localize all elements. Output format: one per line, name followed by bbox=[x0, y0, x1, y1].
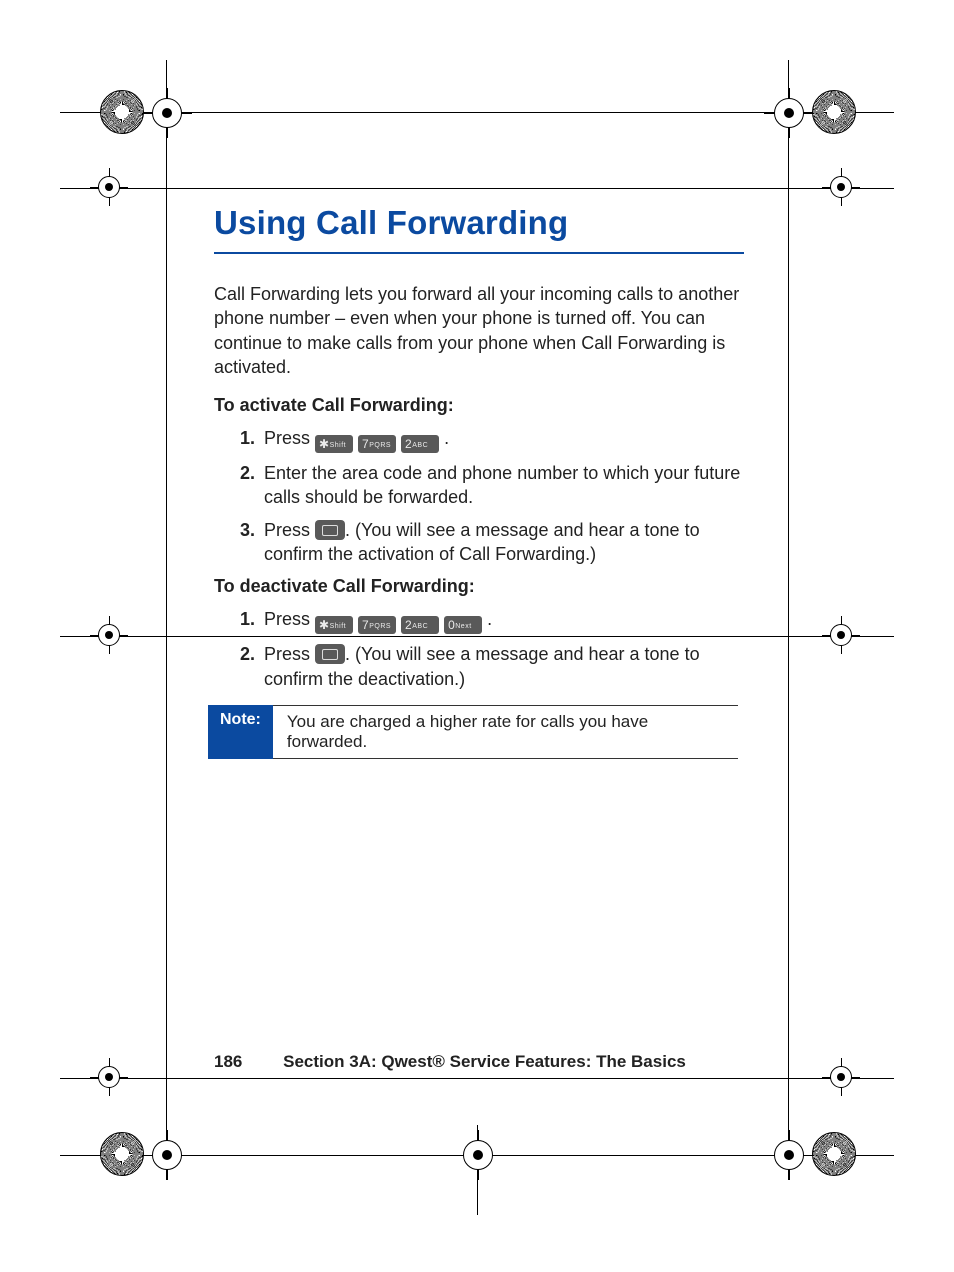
activate-step-3: Press . (You will see a message and hear… bbox=[260, 518, 744, 567]
registration-mark-icon bbox=[98, 624, 120, 646]
registration-mark-icon bbox=[152, 1140, 182, 1170]
registration-ornament-icon bbox=[812, 90, 856, 134]
section-label: Section 3A: Qwest® Service Features: The… bbox=[283, 1052, 686, 1071]
registration-ornament-icon bbox=[100, 1132, 144, 1176]
key-2-icon: 2ABC bbox=[401, 435, 439, 453]
note-label: Note: bbox=[208, 705, 273, 759]
note-text: You are charged a higher rate for calls … bbox=[273, 705, 738, 759]
title-rule bbox=[214, 252, 744, 254]
activate-step-2: Enter the area code and phone number to … bbox=[260, 461, 744, 510]
registration-mark-icon bbox=[830, 624, 852, 646]
registration-mark-icon bbox=[830, 176, 852, 198]
crop-line bbox=[166, 60, 167, 1180]
step-text: Press bbox=[264, 428, 315, 448]
step-text: Press bbox=[264, 609, 315, 629]
activate-heading: To activate Call Forwarding: bbox=[214, 395, 744, 416]
page-content: Using Call Forwarding Call Forwarding le… bbox=[214, 204, 744, 759]
page-title: Using Call Forwarding bbox=[214, 204, 744, 242]
crop-line bbox=[60, 1078, 894, 1079]
crop-line bbox=[60, 188, 894, 189]
deactivate-heading: To deactivate Call Forwarding: bbox=[214, 576, 744, 597]
key-2-icon: 2ABC bbox=[401, 616, 439, 634]
key-0-icon: 0Next bbox=[444, 616, 482, 634]
step-text: Press bbox=[264, 520, 315, 540]
key-7-icon: 7PQRS bbox=[358, 435, 396, 453]
registration-ornament-icon bbox=[812, 1132, 856, 1176]
key-talk-icon bbox=[315, 520, 345, 540]
intro-paragraph: Call Forwarding lets you forward all you… bbox=[214, 282, 744, 379]
registration-mark-icon bbox=[98, 1066, 120, 1088]
key-talk-icon bbox=[315, 644, 345, 664]
page-number: 186 bbox=[214, 1052, 242, 1071]
deactivate-step-2: Press . (You will see a message and hear… bbox=[260, 642, 744, 691]
key-star-icon: ✱Shift bbox=[315, 435, 353, 453]
crop-line bbox=[788, 60, 789, 1180]
page-footer: 186 Section 3A: Qwest® Service Features:… bbox=[214, 1052, 686, 1072]
step-text: . bbox=[487, 609, 492, 629]
step-text: Press bbox=[264, 644, 315, 664]
key-7-icon: 7PQRS bbox=[358, 616, 396, 634]
registration-mark-icon bbox=[774, 1140, 804, 1170]
note-box: Note: You are charged a higher rate for … bbox=[208, 705, 738, 759]
step-text: . bbox=[444, 428, 449, 448]
registration-mark-icon bbox=[152, 98, 182, 128]
registration-mark-icon bbox=[463, 1140, 493, 1170]
registration-mark-icon bbox=[774, 98, 804, 128]
activate-steps: Press ✱Shift 7PQRS 2ABC . Enter the area… bbox=[214, 426, 744, 566]
key-star-icon: ✱Shift bbox=[315, 616, 353, 634]
deactivate-step-1: Press ✱Shift 7PQRS 2ABC 0Next . bbox=[260, 607, 744, 634]
registration-mark-icon bbox=[830, 1066, 852, 1088]
deactivate-steps: Press ✱Shift 7PQRS 2ABC 0Next . Press . … bbox=[214, 607, 744, 691]
registration-mark-icon bbox=[98, 176, 120, 198]
registration-ornament-icon bbox=[100, 90, 144, 134]
activate-step-1: Press ✱Shift 7PQRS 2ABC . bbox=[260, 426, 744, 453]
